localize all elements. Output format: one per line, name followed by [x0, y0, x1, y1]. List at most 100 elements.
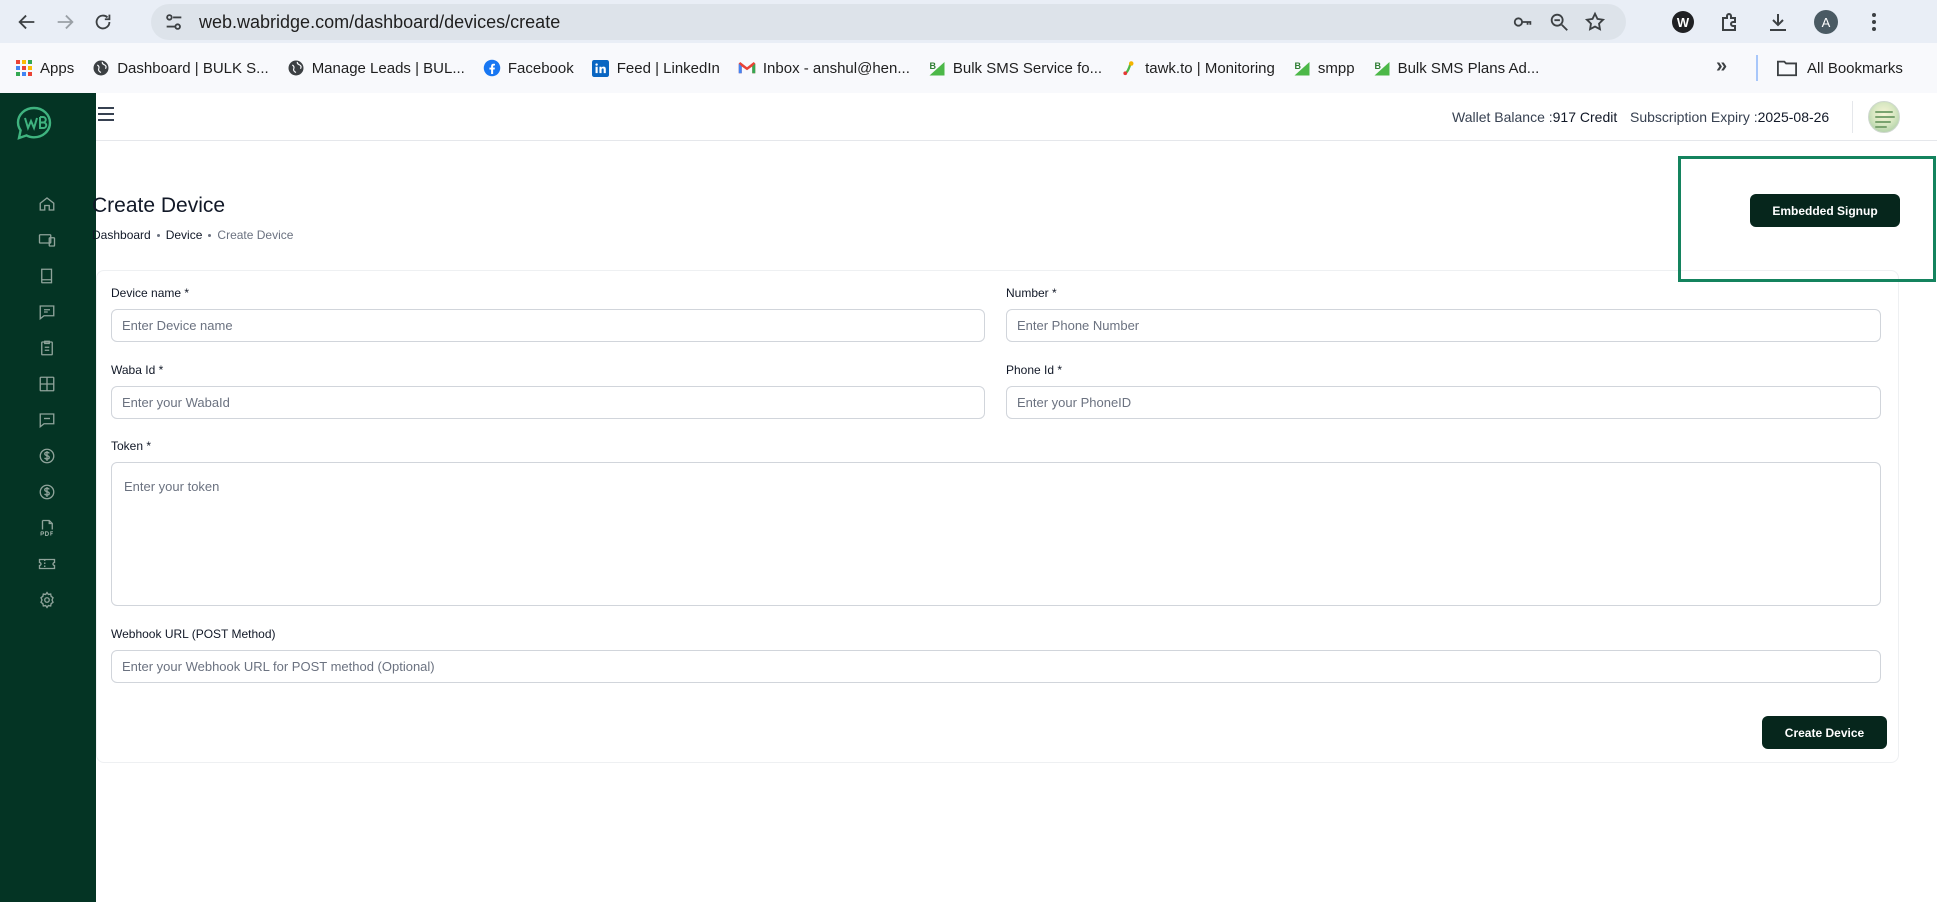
bookmark-smpp[interactable]: B smpp: [1293, 59, 1355, 77]
globe-icon: [92, 59, 110, 77]
home-icon: [39, 197, 55, 211]
phone-id-input[interactable]: [1006, 386, 1881, 419]
more-bookmarks-chevron-icon[interactable]: »: [1716, 55, 1740, 79]
apps-grid-icon: [15, 59, 33, 77]
site-settings-icon[interactable]: [163, 11, 185, 33]
bookmark-dashboard[interactable]: Dashboard | BULK S...: [92, 59, 269, 77]
sidebar-item-clipboard[interactable]: [38, 339, 56, 357]
sidebar-item-book[interactable]: [38, 267, 56, 285]
number-label: Number *: [1006, 286, 1057, 300]
linkedin-icon: [592, 59, 610, 77]
breadcrumb-dashboard[interactable]: Dashboard: [92, 228, 151, 242]
message-icon: [39, 305, 55, 321]
bookmark-tawk[interactable]: tawk.to | Monitoring: [1120, 59, 1275, 77]
facebook-icon: [483, 59, 501, 77]
clipboard-icon: [41, 340, 53, 356]
reload-button[interactable]: [84, 3, 122, 41]
arrow-right-icon: [57, 14, 74, 29]
bulksms-icon: B: [1293, 59, 1311, 77]
bookmark-apps[interactable]: Apps: [15, 59, 74, 77]
sidebar-item-settings[interactable]: [38, 591, 56, 609]
browser-toolbar: web.wabridge.com/dashboard/devices/creat…: [0, 0, 1937, 43]
reload-icon: [95, 14, 111, 29]
extensions-puzzle-icon[interactable]: [1718, 10, 1742, 34]
arrow-left-icon: [18, 14, 35, 29]
tawk-icon: [1120, 59, 1138, 77]
menu-toggle-icon[interactable]: [98, 107, 116, 123]
back-button[interactable]: [8, 3, 46, 41]
webhook-url-input[interactable]: [111, 650, 1881, 683]
sidebar-item-payments[interactable]: [38, 483, 56, 501]
sidebar: [0, 93, 96, 902]
page-title: Create Device: [92, 194, 226, 217]
pdf-icon: [40, 519, 53, 537]
globe-icon: [287, 59, 305, 77]
sidebar-item-home[interactable]: [38, 195, 56, 213]
breadcrumb-device[interactable]: Device: [166, 228, 203, 242]
password-key-icon[interactable]: [1512, 11, 1534, 33]
profile-avatar[interactable]: A: [1814, 10, 1838, 34]
bookmark-facebook[interactable]: Facebook: [483, 59, 574, 77]
wallet-balance: Wallet Balance :917 Credit: [1452, 109, 1618, 125]
breadcrumb-separator: [156, 233, 160, 237]
bookmark-manage-leads[interactable]: Manage Leads | BUL...: [287, 59, 465, 77]
settings-icon: [40, 591, 54, 609]
sidebar-item-tickets[interactable]: [38, 555, 56, 573]
breadcrumb: Dashboard Device Create Device: [92, 228, 293, 242]
header-divider: [1852, 101, 1853, 133]
device-name-label: Device name *: [111, 286, 190, 300]
bookmark-linkedin[interactable]: Feed | LinkedIn: [592, 59, 720, 77]
waba-id-input[interactable]: [111, 386, 985, 419]
devices-icon: [38, 234, 56, 247]
more-vertical-icon[interactable]: [1862, 10, 1886, 34]
breadcrumb-separator: [208, 233, 212, 237]
waba-id-label: Waba Id *: [111, 363, 164, 377]
zoom-icon[interactable]: [1548, 11, 1570, 33]
book-icon: [41, 268, 53, 284]
wabridge-logo-icon[interactable]: [14, 105, 54, 141]
subscription-expiry: Subscription Expiry :2025-08-26: [1630, 109, 1830, 125]
create-device-button[interactable]: Create Device: [1762, 716, 1887, 749]
phone-id-label: Phone Id *: [1006, 363, 1063, 377]
bookmarks-divider: [1756, 55, 1758, 81]
sidebar-item-billing[interactable]: [38, 447, 56, 465]
sidebar-item-messages[interactable]: [38, 303, 56, 321]
sidebar-item-devices[interactable]: [38, 231, 56, 249]
sidebar-item-grid[interactable]: [38, 375, 56, 393]
svg-text:B: B: [1294, 61, 1301, 71]
extension-w-icon[interactable]: W: [1672, 11, 1694, 33]
bookmark-bulk-sms-service[interactable]: B Bulk SMS Service fo...: [928, 59, 1102, 77]
token-label: Token *: [111, 439, 152, 453]
dollar-icon: [39, 448, 55, 464]
all-bookmarks-button[interactable]: All Bookmarks: [1776, 43, 1903, 93]
address-bar[interactable]: web.wabridge.com/dashboard/devices/creat…: [151, 4, 1626, 40]
svg-text:B: B: [1374, 61, 1381, 71]
bulksms-icon: B: [928, 59, 946, 77]
gmail-icon: [738, 59, 756, 77]
sidebar-item-pdf[interactable]: [38, 519, 56, 537]
bulksms-icon: B: [1373, 59, 1391, 77]
url-text[interactable]: web.wabridge.com/dashboard/devices/creat…: [199, 12, 560, 33]
sidebar-item-chat[interactable]: [38, 411, 56, 429]
device-name-input[interactable]: [111, 309, 985, 342]
bookmarks-bar: Apps Dashboard | BULK S... Manage Leads …: [0, 43, 1937, 93]
create-device-form-card: Device name * Number * Waba Id * Phone I…: [96, 270, 1899, 763]
grid-icon: [39, 376, 55, 392]
embedded-signup-button[interactable]: Embedded Signup: [1750, 194, 1900, 227]
token-textarea[interactable]: [111, 462, 1881, 606]
dollar-circle-icon: [39, 484, 55, 500]
forward-button[interactable]: [46, 3, 84, 41]
chat-icon: [39, 413, 55, 429]
number-input[interactable]: [1006, 309, 1881, 342]
bookmark-star-icon[interactable]: [1584, 11, 1606, 33]
folder-icon: [1777, 60, 1797, 77]
svg-text:B: B: [929, 61, 936, 71]
download-icon[interactable]: [1766, 10, 1790, 34]
webhook-url-label: Webhook URL (POST Method): [111, 627, 276, 641]
bookmark-bulk-sms-plans[interactable]: B Bulk SMS Plans Ad...: [1373, 59, 1539, 77]
ticket-icon: [38, 558, 56, 570]
user-avatar[interactable]: [1868, 101, 1900, 133]
breadcrumb-current: Create Device: [217, 228, 294, 242]
app-header: Wallet Balance :917 Credit Subscription …: [96, 93, 1937, 141]
bookmark-gmail[interactable]: Inbox - anshul@hen...: [738, 59, 910, 77]
